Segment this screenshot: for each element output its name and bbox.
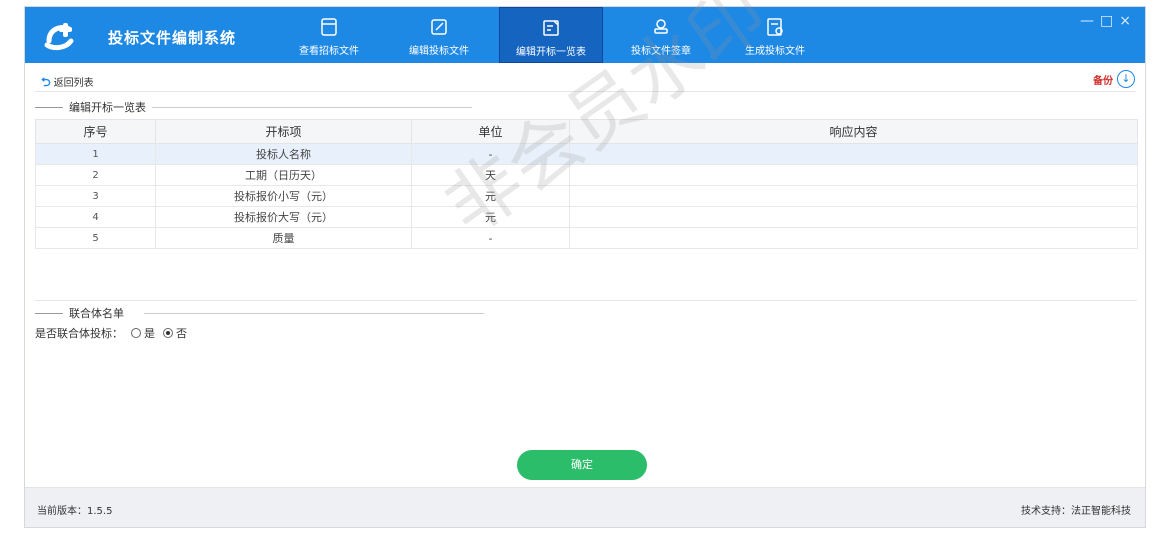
nav-label: 生成投标文件 xyxy=(745,46,805,57)
backup-label: 备份 xyxy=(1093,75,1113,87)
nav-generate-bid-file[interactable]: 生成投标文件 xyxy=(723,7,827,63)
close-icon[interactable]: × xyxy=(1119,13,1137,29)
unit-cell: 天 xyxy=(411,164,570,186)
bid-opening-table: 序号 开标项 单位 响应内容 1 投标人名称 - 2 工期（日历天） 天 3 投… xyxy=(35,119,1138,249)
divider xyxy=(35,106,63,108)
app-logo-icon xyxy=(44,23,74,51)
confirm-button[interactable]: 确定 xyxy=(517,450,647,480)
table-header-row: 序号 开标项 单位 响应内容 xyxy=(35,119,1138,144)
seq-cell: 5 xyxy=(35,227,156,249)
section-header: 编辑开标一览表 xyxy=(35,99,472,115)
consortium-no-radio[interactable]: 否 xyxy=(163,325,187,341)
generate-file-icon xyxy=(767,18,783,36)
unit-cell: - xyxy=(411,227,570,249)
item-cell: 投标报价大写（元） xyxy=(155,206,412,228)
unit-cell: - xyxy=(411,143,570,165)
status-bar: 当前版本：1.5.5 技术支持：法正智能科技 xyxy=(25,487,1145,527)
radio-unchecked-icon xyxy=(131,328,141,338)
radio-label: 否 xyxy=(176,327,187,340)
consortium-question-row: 是否联合体投标： 是 否 xyxy=(35,325,187,341)
table-row[interactable]: 2 工期（日历天） 天 xyxy=(35,164,1138,186)
maximize-icon[interactable]: □ xyxy=(1100,13,1119,29)
seq-cell: 2 xyxy=(35,164,156,186)
back-arrow-icon: ⮌ xyxy=(41,75,51,89)
table-row[interactable]: 5 质量 - xyxy=(35,227,1138,249)
app-window: 投标文件编制系统 查看招标文件 编辑投标文件 编辑开标一览表 投标文件签章 生成… xyxy=(24,0,1146,528)
radio-checked-icon xyxy=(163,328,173,338)
seq-cell: 1 xyxy=(35,143,156,165)
table-row[interactable]: 4 投标报价大写（元） 元 xyxy=(35,206,1138,228)
divider xyxy=(144,312,484,314)
divider xyxy=(152,106,472,108)
divider xyxy=(35,300,1137,301)
document-view-icon xyxy=(321,18,337,36)
response-cell[interactable] xyxy=(569,206,1138,228)
support-text: 技术支持：法正智能科技 xyxy=(1021,506,1131,517)
nav-label: 投标文件签章 xyxy=(631,46,691,57)
nav-label: 编辑开标一览表 xyxy=(516,47,586,58)
backup-button[interactable]: 备份 ↓ xyxy=(1093,70,1135,88)
unit-cell: 元 xyxy=(411,206,570,228)
consortium-title: 联合体名单 xyxy=(69,307,124,320)
column-header: 响应内容 xyxy=(569,119,1138,144)
seq-cell: 3 xyxy=(35,185,156,207)
response-cell[interactable] xyxy=(569,185,1138,207)
response-cell[interactable] xyxy=(569,164,1138,186)
item-cell: 投标报价小写（元） xyxy=(155,185,412,207)
response-cell[interactable] xyxy=(569,227,1138,249)
nav-label: 查看招标文件 xyxy=(299,46,359,57)
item-cell: 工期（日历天） xyxy=(155,164,412,186)
item-cell: 质量 xyxy=(155,227,412,249)
window-controls: —□× xyxy=(1080,13,1137,29)
nav-view-tender-file[interactable]: 查看招标文件 xyxy=(277,7,381,63)
nav-edit-bid-file[interactable]: 编辑投标文件 xyxy=(387,7,491,63)
seq-cell: 4 xyxy=(35,206,156,228)
nav-bid-file-signature[interactable]: 投标文件签章 xyxy=(609,7,713,63)
consortium-yes-radio[interactable]: 是 xyxy=(131,325,155,341)
column-header: 单位 xyxy=(411,119,570,144)
back-label: 返回列表 xyxy=(53,78,94,89)
column-header: 序号 xyxy=(35,119,156,144)
download-circle-icon: ↓ xyxy=(1117,70,1135,88)
nav-edit-bid-opening-list[interactable]: 编辑开标一览表 xyxy=(499,7,603,63)
version-text: 当前版本：1.5.5 xyxy=(37,506,113,517)
table-row[interactable]: 3 投标报价小写（元） 元 xyxy=(35,185,1138,207)
edit-list-icon xyxy=(543,20,559,36)
nav-label: 编辑投标文件 xyxy=(409,46,469,57)
app-title: 投标文件编制系统 xyxy=(108,29,237,47)
item-cell: 投标人名称 xyxy=(155,143,412,165)
minimize-icon[interactable]: — xyxy=(1080,13,1100,29)
edit-icon xyxy=(431,19,447,35)
divider xyxy=(35,91,1135,92)
radio-label: 是 xyxy=(144,327,155,340)
consortium-question: 是否联合体投标： xyxy=(35,327,123,340)
response-cell[interactable] xyxy=(569,143,1138,165)
section-title: 编辑开标一览表 xyxy=(69,101,146,114)
table-row[interactable]: 1 投标人名称 - xyxy=(35,143,1138,165)
column-header: 开标项 xyxy=(155,119,412,144)
divider xyxy=(35,312,63,314)
stamp-icon xyxy=(654,19,668,34)
unit-cell: 元 xyxy=(411,185,570,207)
consortium-header: 联合体名单 xyxy=(35,305,484,321)
title-bar: 投标文件编制系统 查看招标文件 编辑投标文件 编辑开标一览表 投标文件签章 生成… xyxy=(25,7,1145,63)
